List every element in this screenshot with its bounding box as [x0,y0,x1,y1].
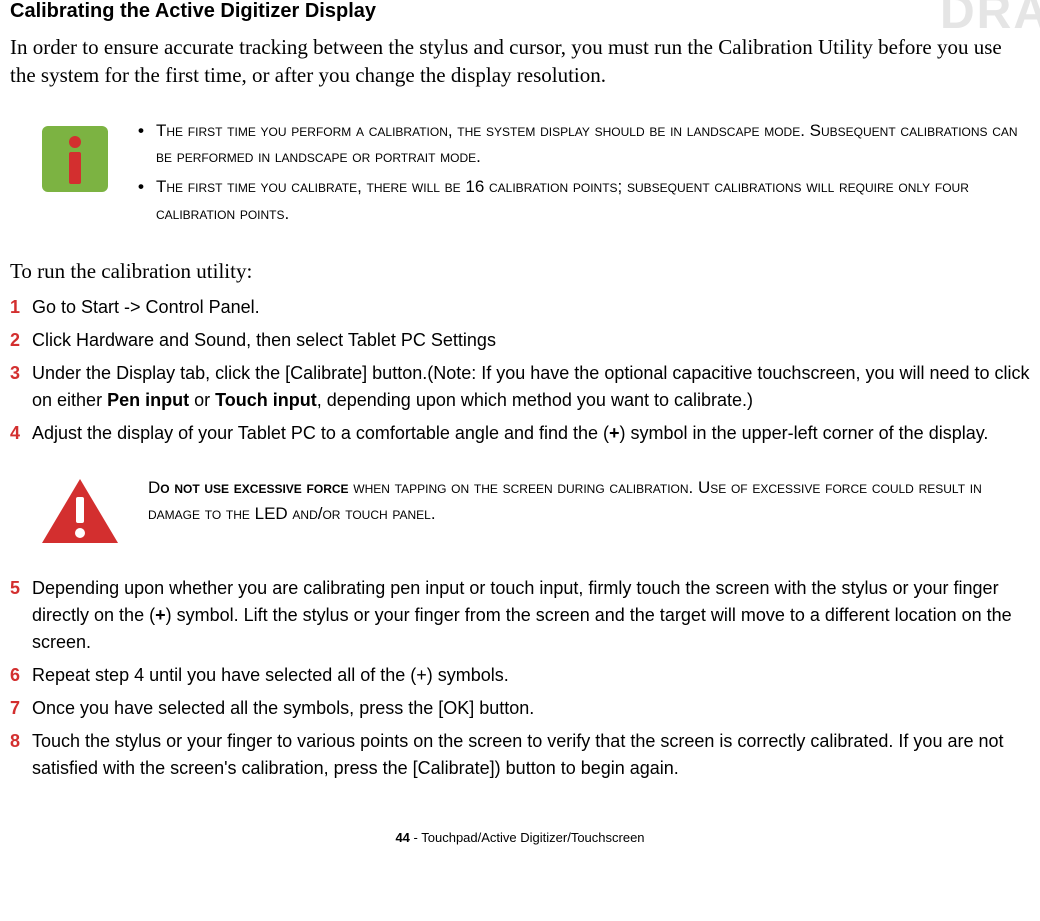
step-text: Go to Start -> Control Panel. [32,294,260,321]
steps-list-1: 1 Go to Start -> Control Panel. 2 Click … [10,294,1030,447]
warning-icon [40,477,120,547]
warning-callout: Do not use excessive force when tapping … [10,475,1030,547]
step-6: 6 Repeat step 4 until you have selected … [10,662,1030,689]
info-callout-text: The first time you perform a calibration… [138,118,1030,231]
page-footer: 44 - Touchpad/Active Digitizer/Touchscre… [10,830,1030,853]
step-4: 4 Adjust the display of your Tablet PC t… [10,420,1030,447]
step-number: 7 [10,695,20,722]
step-text: Touch the stylus or your finger to vario… [32,728,1030,782]
step-5: 5 Depending upon whether you are calibra… [10,575,1030,656]
step-text: Under the Display tab, click the [Calibr… [32,360,1030,414]
footer-separator: - [410,830,421,845]
step-number: 2 [10,327,20,354]
step-number: 1 [10,294,20,321]
section-lead: To run the calibration utility: [10,259,1030,284]
page-title: Calibrating the Active Digitizer Display [10,0,1030,23]
step-number: 8 [10,728,20,755]
steps-list-2: 5 Depending upon whether you are calibra… [10,575,1030,782]
intro-paragraph: In order to ensure accurate tracking bet… [10,33,1030,90]
info-bullet-2: The first time you calibrate, there will… [138,174,1030,227]
step-7: 7 Once you have selected all the symbols… [10,695,1030,722]
step-1: 1 Go to Start -> Control Panel. [10,294,1030,321]
step-number: 6 [10,662,20,689]
info-bullet-1: The first time you perform a calibration… [138,118,1030,171]
step-text: Adjust the display of your Tablet PC to … [32,420,988,447]
step-number: 4 [10,420,20,447]
page-content: Calibrating the Active Digitizer Display… [10,0,1030,853]
step-8: 8 Touch the stylus or your finger to var… [10,728,1030,782]
step-text: Depending upon whether you are calibrati… [32,575,1030,656]
step-text: Repeat step 4 until you have selected al… [32,662,509,689]
step-3: 3 Under the Display tab, click the [Cali… [10,360,1030,414]
warning-callout-text: Do not use excessive force when tapping … [148,475,1030,528]
info-callout: The first time you perform a calibration… [10,118,1030,231]
page-number: 44 [395,830,409,845]
step-text: Click Hardware and Sound, then select Ta… [32,327,496,354]
footer-label: Touchpad/Active Digitizer/Touchscreen [421,830,644,845]
info-icon [40,124,110,194]
step-2: 2 Click Hardware and Sound, then select … [10,327,1030,354]
step-number: 3 [10,360,20,387]
step-text: Once you have selected all the symbols, … [32,695,534,722]
step-number: 5 [10,575,20,602]
